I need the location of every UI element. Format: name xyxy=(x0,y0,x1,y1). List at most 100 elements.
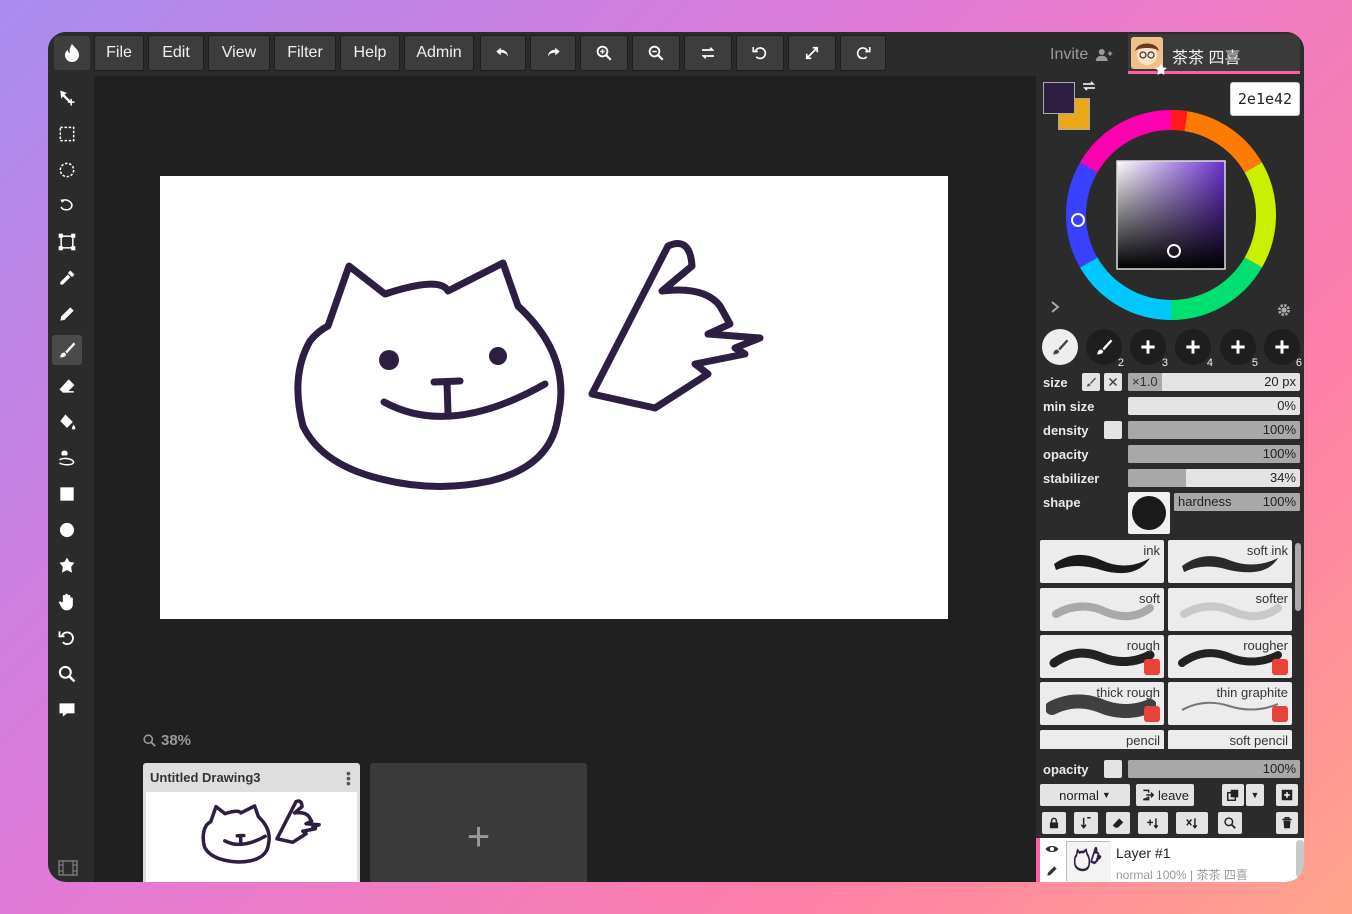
pressure-size-toggle[interactable] xyxy=(1082,373,1100,391)
hardness-slider[interactable]: hardness 100% xyxy=(1174,493,1300,511)
text-tool-icon[interactable] xyxy=(52,695,82,725)
hardness-label: hardness xyxy=(1178,494,1232,509)
brush-slot-6[interactable]: 6 xyxy=(1264,329,1302,369)
brush-slot-3[interactable]: 3 xyxy=(1130,329,1168,369)
zoom-indicator[interactable]: 38% xyxy=(142,732,191,749)
move-tool-icon[interactable] xyxy=(52,83,82,113)
layer-options-dropdown[interactable]: ▼ xyxy=(1246,784,1264,806)
help-menu-button[interactable]: Help xyxy=(340,35,400,71)
brush-preset-name: pencil xyxy=(1126,733,1160,748)
flip-button[interactable] xyxy=(684,35,732,71)
lasso-tool-icon[interactable] xyxy=(52,191,82,221)
brush-preset-soft-pencil[interactable]: soft pencil xyxy=(1168,730,1292,749)
reset-size-button[interactable] xyxy=(1104,373,1122,391)
layer-list-scrollbar[interactable] xyxy=(1296,840,1304,878)
document-card[interactable]: Untitled Drawing3 • • • xyxy=(143,763,360,882)
leave-button[interactable]: leave xyxy=(1136,784,1194,806)
ellipse-tool-icon[interactable] xyxy=(52,515,82,545)
kebab-menu-icon[interactable]: • • • xyxy=(346,766,351,790)
brush-slot-2[interactable]: 2 xyxy=(1086,329,1124,369)
fill-tool-icon[interactable] xyxy=(52,407,82,437)
layer-opacity-checkbox[interactable] xyxy=(1104,760,1122,778)
view-menu-button[interactable]: View xyxy=(208,35,270,71)
brush-preset-list[interactable]: ink soft ink soft softer rough rougher t… xyxy=(1036,537,1304,749)
blend-mode-select[interactable]: normal ▼ xyxy=(1040,784,1130,806)
brush-preset-thin-graphite[interactable]: thin graphite xyxy=(1168,682,1292,725)
lock-layer-button[interactable] xyxy=(1042,812,1066,834)
rotate-tool-icon[interactable] xyxy=(52,623,82,653)
find-layer-button[interactable] xyxy=(1218,812,1242,834)
new-document-button[interactable]: + xyxy=(370,763,587,882)
duplicate-layer-button[interactable] xyxy=(1222,784,1244,806)
ellipse-select-tool-icon[interactable] xyxy=(52,155,82,185)
zoom-in-button[interactable] xyxy=(580,35,628,71)
invite-button[interactable]: Invite xyxy=(1050,46,1114,64)
edit-menu-button[interactable]: Edit xyxy=(148,35,204,71)
size-slider[interactable]: ×1.0 20 px xyxy=(1128,373,1300,391)
brush-list-scrollbar[interactable] xyxy=(1295,543,1301,611)
layer-opacity-slider[interactable]: 100% xyxy=(1128,760,1300,778)
drawing-canvas[interactable] xyxy=(160,176,948,619)
brush-preset-rougher[interactable]: rougher xyxy=(1168,635,1292,678)
cut-to-layer-button[interactable] xyxy=(1176,812,1208,834)
document-thumbnail[interactable] xyxy=(146,792,357,882)
search-icon xyxy=(1224,817,1236,829)
brush-tool-icon[interactable] xyxy=(52,335,82,365)
admin-menu-button[interactable]: Admin xyxy=(404,35,474,71)
brush-slot-1[interactable]: 1 xyxy=(1042,329,1080,369)
delete-layer-button[interactable] xyxy=(1276,812,1298,834)
brush-preset-soft-ink[interactable]: soft ink xyxy=(1168,540,1292,583)
brush-preset-pencil[interactable]: pencil xyxy=(1040,730,1164,749)
file-menu-button[interactable]: File xyxy=(94,35,144,71)
brush-shape-preview[interactable] xyxy=(1128,492,1170,534)
user-profile[interactable]: 茶茶 四喜 xyxy=(1128,34,1300,75)
shape-tool-icon[interactable] xyxy=(52,551,82,581)
swap-colors-icon[interactable] xyxy=(1081,79,1097,93)
gear-icon[interactable] xyxy=(1276,302,1292,318)
clear-layer-button[interactable] xyxy=(1106,812,1130,834)
merge-down-button[interactable] xyxy=(1074,812,1098,834)
canvas-workspace[interactable]: 38% Untitled Drawing3 • • • + xyxy=(94,76,1067,882)
plus-icon xyxy=(1231,340,1245,354)
app-logo-icon[interactable] xyxy=(54,36,90,70)
rotate-left-button[interactable] xyxy=(736,35,784,71)
transform-tool-icon[interactable] xyxy=(52,227,82,257)
brush-preset-rough[interactable]: rough xyxy=(1040,635,1164,678)
brush-slot-4[interactable]: 4 xyxy=(1175,329,1213,369)
density-pressure-checkbox[interactable] xyxy=(1104,421,1122,439)
layer-item[interactable]: Layer #1 normal 100% | 茶茶 四喜 xyxy=(1036,838,1304,882)
hand-tool-icon[interactable] xyxy=(52,587,82,617)
brush-slot-5[interactable]: 5 xyxy=(1220,329,1258,369)
brush-preset-thick-rough[interactable]: thick rough xyxy=(1040,682,1164,725)
rectangle-tool-icon[interactable] xyxy=(52,479,82,509)
eye-icon[interactable] xyxy=(1044,842,1060,856)
rect-select-tool-icon[interactable] xyxy=(52,119,82,149)
stabilizer-slider[interactable]: 34% xyxy=(1128,469,1300,487)
zoom-out-button[interactable] xyxy=(632,35,680,71)
brush-icon xyxy=(1053,339,1069,355)
add-to-layer-button[interactable] xyxy=(1138,812,1168,834)
chevron-right-icon[interactable] xyxy=(1048,300,1062,314)
filmstrip-icon[interactable] xyxy=(58,860,78,876)
brush-preset-softer[interactable]: softer xyxy=(1168,588,1292,631)
rotate-right-button[interactable] xyxy=(840,35,886,71)
pencil-tool-icon[interactable] xyxy=(52,299,82,329)
zoom-value: 38% xyxy=(161,732,192,749)
color-wheel[interactable] xyxy=(1066,110,1276,320)
min-size-slider[interactable]: 0% xyxy=(1128,397,1300,415)
brush-preset-ink[interactable]: ink xyxy=(1040,540,1164,583)
opacity-value: 100% xyxy=(1262,446,1296,461)
undo-button[interactable] xyxy=(480,35,526,71)
density-slider[interactable]: 100% xyxy=(1128,421,1300,439)
brush-preset-soft[interactable]: soft xyxy=(1040,588,1164,631)
fullscreen-button[interactable] xyxy=(788,35,836,71)
opacity-slider[interactable]: 100% xyxy=(1128,445,1300,463)
gradient-tool-icon[interactable] xyxy=(52,443,82,473)
eraser-tool-icon[interactable] xyxy=(52,371,82,401)
zoom-tool-icon[interactable] xyxy=(52,659,82,689)
filter-menu-button[interactable]: Filter xyxy=(274,35,336,71)
add-layer-button[interactable] xyxy=(1276,784,1298,806)
redo-button[interactable] xyxy=(530,35,576,71)
edit-pencil-icon xyxy=(1047,866,1057,876)
eyedropper-tool-icon[interactable] xyxy=(52,263,82,293)
